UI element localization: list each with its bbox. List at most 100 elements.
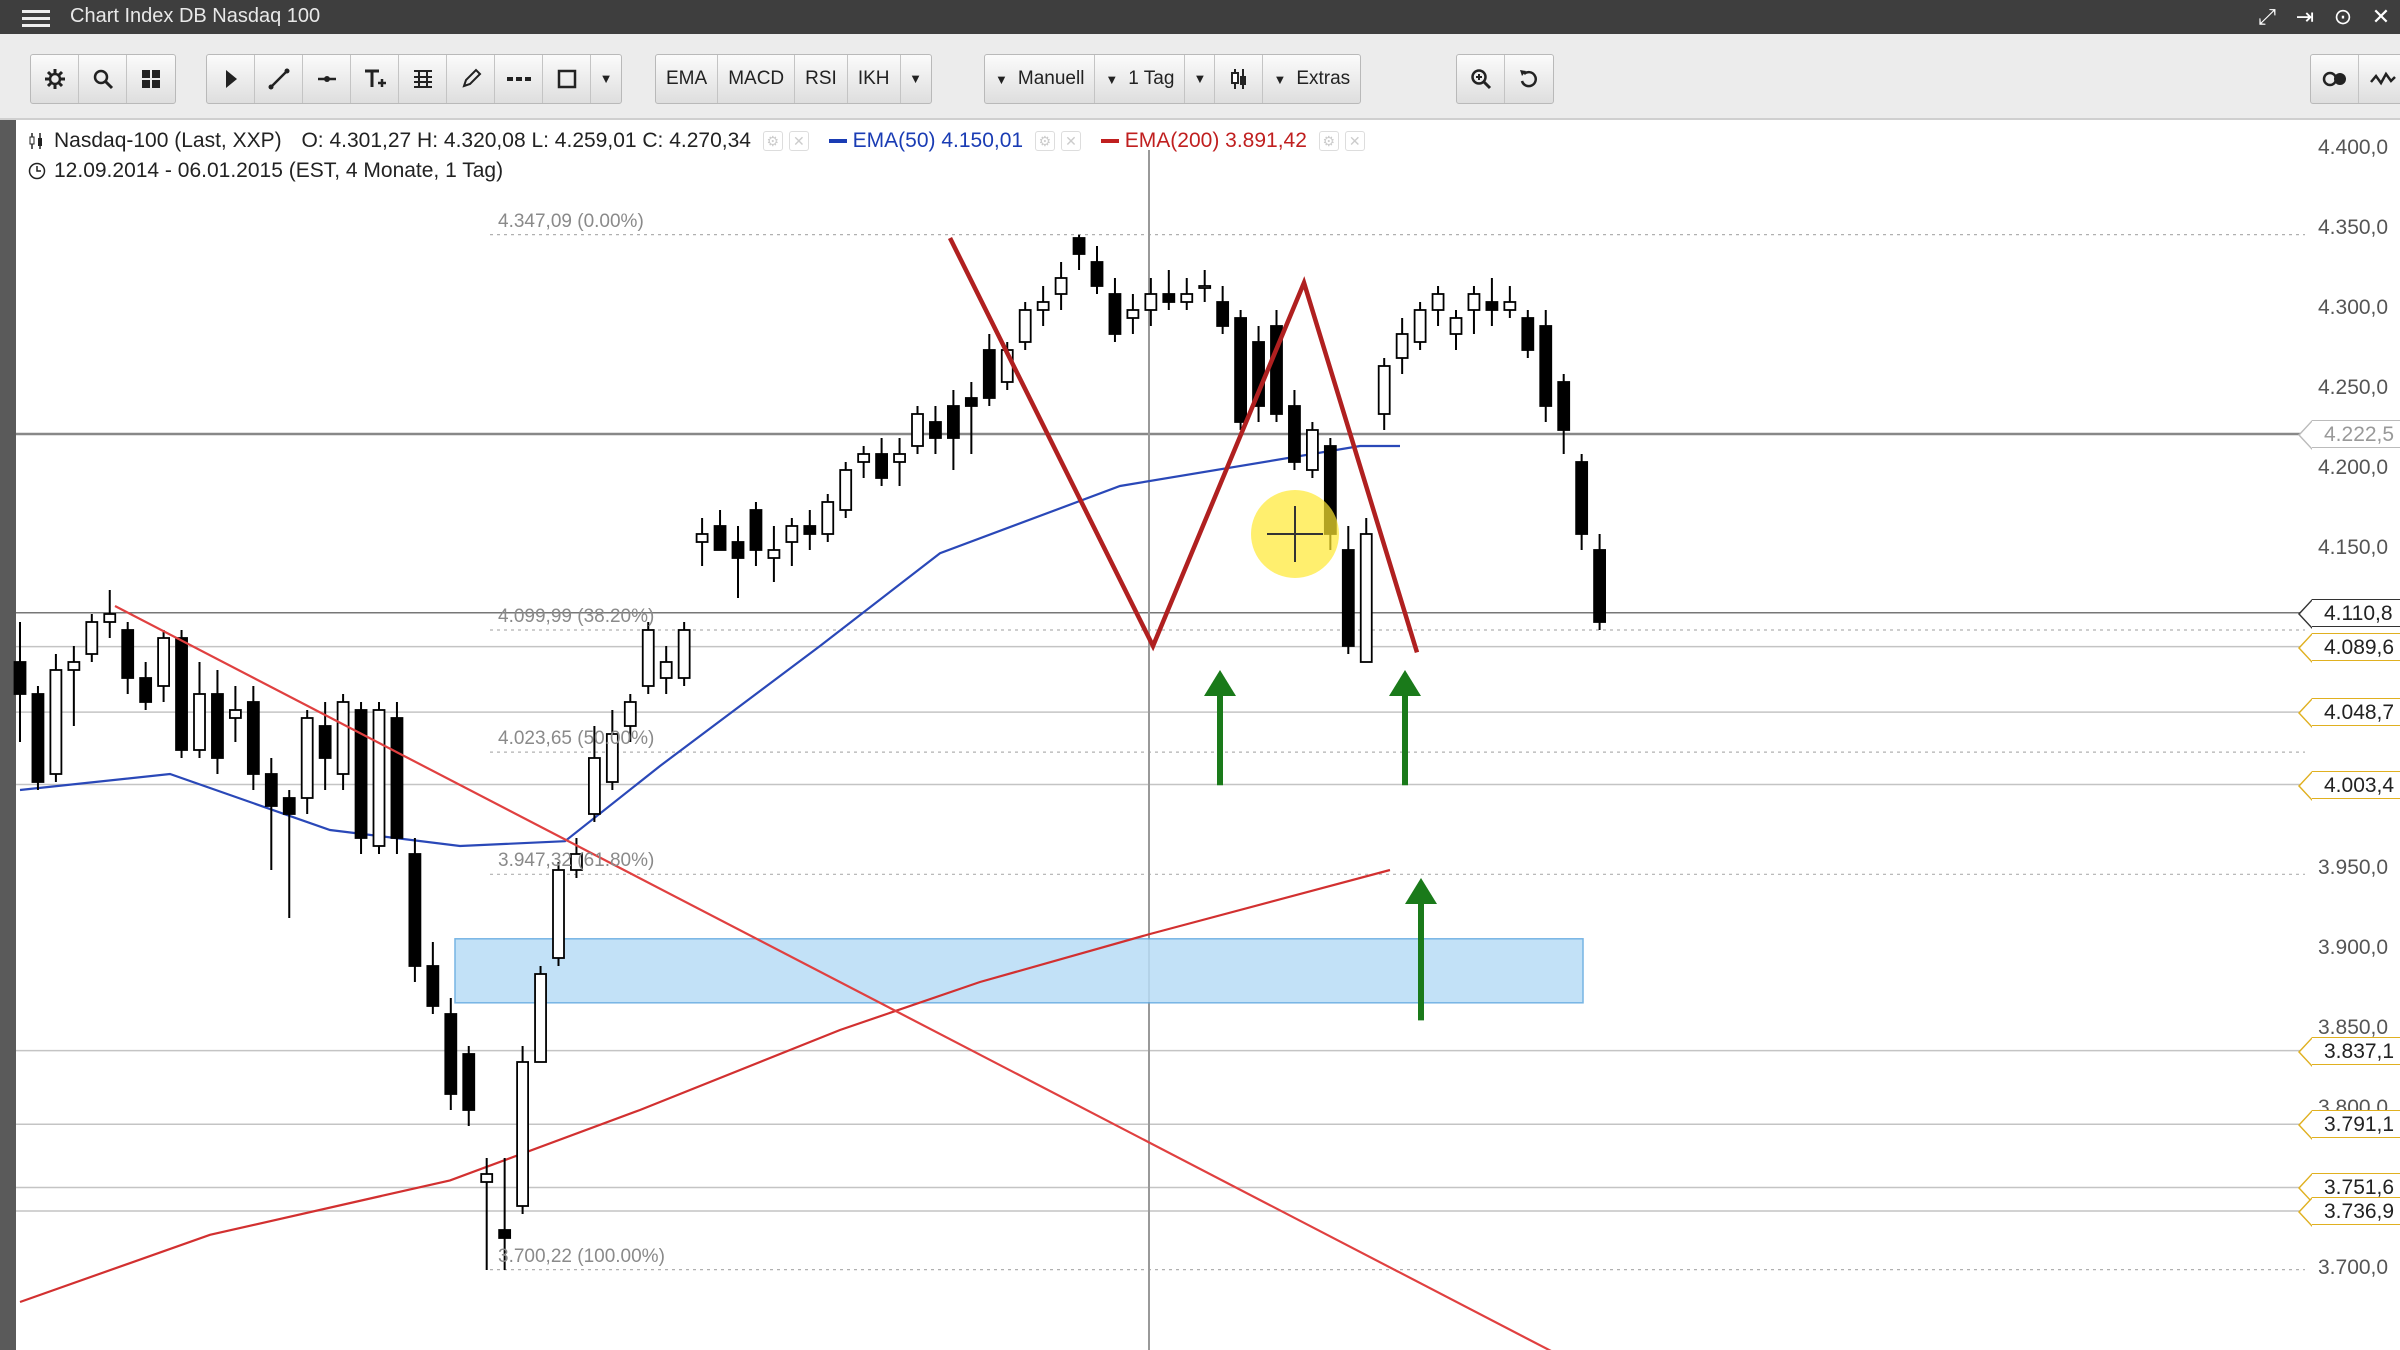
ikh-button[interactable]: IKH xyxy=(848,55,901,103)
candle xyxy=(982,334,996,406)
candle xyxy=(659,646,673,694)
candle xyxy=(67,646,81,726)
candle-body-down xyxy=(1216,301,1230,327)
candle-body-up xyxy=(1449,317,1463,335)
candle xyxy=(1395,318,1409,374)
grid-layout-button[interactable] xyxy=(127,55,175,103)
extras-dropdown[interactable]: ▼ Extras xyxy=(1263,55,1360,103)
rsi-button[interactable]: RSI xyxy=(795,55,848,103)
candle-body-up xyxy=(1180,293,1194,303)
price-axis-label: 4.300,0 xyxy=(2318,296,2389,319)
chevron-down-icon: ▼ xyxy=(1105,72,1119,87)
settings-small-icon[interactable]: ⚙ xyxy=(1034,131,1055,152)
horizontal-line-icon xyxy=(317,75,336,82)
candle xyxy=(1593,534,1606,630)
settings-small-icon[interactable]: ⚙ xyxy=(1318,131,1339,152)
macd-button[interactable]: MACD xyxy=(718,55,796,103)
candle-body-down xyxy=(1108,293,1122,335)
candle-body-up xyxy=(157,637,171,687)
candle-body-up xyxy=(193,693,206,751)
settings-icon[interactable]: ⊙ xyxy=(2324,0,2362,34)
gear-icon xyxy=(44,68,65,89)
candle xyxy=(462,1046,476,1126)
candle-body-up xyxy=(821,501,835,535)
chart-type-button[interactable] xyxy=(1215,55,1264,103)
candle xyxy=(785,518,799,566)
fullscreen-icon[interactable]: ⤢ xyxy=(2248,0,2286,34)
candle-body-down xyxy=(1341,549,1355,647)
drawing-tools-dropdown[interactable]: ▼ xyxy=(591,55,621,103)
pencil-icon xyxy=(461,68,481,88)
zoom-button[interactable] xyxy=(1457,55,1505,103)
candle-body-up xyxy=(336,701,350,775)
candle-body-down xyxy=(1234,317,1247,423)
period-dropdown[interactable]: ▼ 1 Tag xyxy=(1095,55,1186,103)
candle-body-down xyxy=(246,701,260,775)
dash-line-tool-button[interactable] xyxy=(495,55,543,103)
reset-zoom-button[interactable] xyxy=(1505,55,1553,103)
price-tag: 4.089,6 xyxy=(2298,632,2400,663)
candle xyxy=(875,438,888,486)
candle xyxy=(1108,278,1122,342)
chevron-down-icon: ▼ xyxy=(1193,71,1207,86)
rectangle-tool-button[interactable] xyxy=(543,55,591,103)
price-tag: 4.048,7 xyxy=(2298,698,2400,729)
remove-small-icon[interactable]: ✕ xyxy=(788,131,809,152)
green-up-arrow xyxy=(1389,670,1421,786)
horizontal-line-tool-button[interactable] xyxy=(303,55,351,103)
candle-body-down xyxy=(31,693,45,783)
candle xyxy=(1036,286,1050,326)
ema200-line xyxy=(19,868,1391,1304)
settings-gear-button[interactable] xyxy=(31,55,79,103)
fib-label-61: 3.947,32 (61.80%) xyxy=(498,850,655,872)
candle xyxy=(857,446,871,478)
candle xyxy=(300,710,314,814)
candle xyxy=(426,942,440,1014)
remove-small-icon[interactable]: ✕ xyxy=(1344,131,1365,152)
chart-info-row-1: Nasdaq-100 (Last, XXP) O: 4.301,27 H: 4.… xyxy=(28,126,1365,156)
candle xyxy=(336,694,350,790)
candle-body-up xyxy=(300,717,314,799)
ema50-value: EMA(50) 4.150,01 xyxy=(852,129,1024,152)
compare-button[interactable] xyxy=(2311,55,2359,103)
price-tag: 3.736,9 xyxy=(2298,1196,2400,1227)
remove-small-icon[interactable]: ✕ xyxy=(1060,131,1081,152)
chart-type-dropdown[interactable]: ▼ xyxy=(1185,55,1216,103)
close-icon[interactable]: ✕ xyxy=(2362,0,2400,34)
candle xyxy=(1144,278,1158,326)
candle-body-down xyxy=(1072,237,1086,255)
indicators-dropdown[interactable]: ▼ xyxy=(901,55,931,103)
trendline-tool-button[interactable] xyxy=(255,55,303,103)
instrument-name: Nasdaq-100 (Last, XXP) xyxy=(54,129,282,152)
fibonacci-tool-button[interactable] xyxy=(399,55,447,103)
scale-mode-dropdown[interactable]: ▼ Manuell xyxy=(985,55,1096,103)
hamburger-menu-icon[interactable] xyxy=(22,7,50,27)
pointer-tool-button[interactable] xyxy=(207,55,255,103)
candle xyxy=(1180,278,1194,310)
candle-body-down xyxy=(749,509,763,551)
candlestick-icon xyxy=(1230,68,1246,89)
arrow-head xyxy=(1389,670,1421,696)
toolbar-group-right xyxy=(2310,54,2400,104)
candle-body-up xyxy=(911,413,924,447)
text-tool-button[interactable] xyxy=(351,55,399,103)
candle-body-down xyxy=(121,629,135,679)
candlestick-small-icon xyxy=(29,133,42,150)
candle xyxy=(731,526,745,598)
search-icon xyxy=(93,69,113,90)
ema-button[interactable]: EMA xyxy=(656,55,719,103)
wave-indicator-button[interactable] xyxy=(2359,55,2400,103)
candle-body-down xyxy=(498,1229,512,1239)
candle-body-up xyxy=(552,869,565,959)
candle-body-down xyxy=(982,349,996,399)
chevron-down-icon: ▼ xyxy=(909,71,922,86)
pencil-tool-button[interactable] xyxy=(447,55,495,103)
scale-mode-label: Manuell xyxy=(1017,68,1085,89)
price-chart-canvas[interactable] xyxy=(0,120,2400,1350)
detach-icon[interactable]: ⇥ xyxy=(2286,0,2324,34)
candle-body-up xyxy=(1018,309,1032,343)
chevron-down-icon: ▼ xyxy=(995,72,1008,87)
settings-small-icon[interactable]: ⚙ xyxy=(762,131,783,152)
candle xyxy=(1341,526,1355,654)
search-button[interactable] xyxy=(79,55,127,103)
